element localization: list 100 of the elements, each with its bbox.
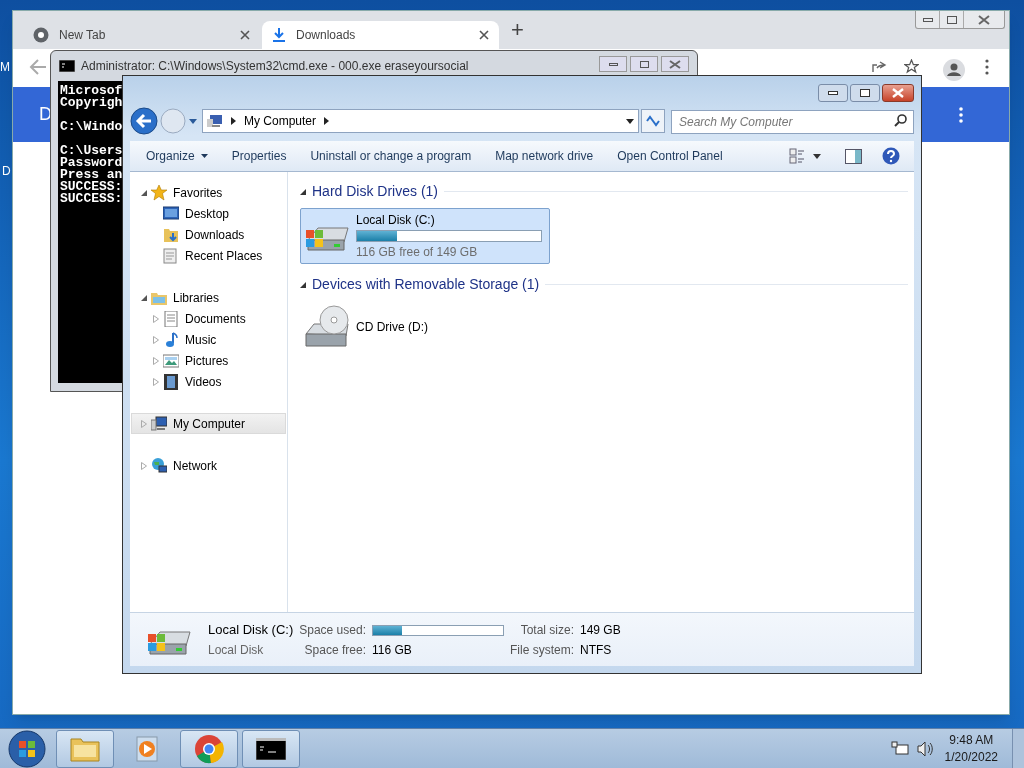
dropdown-icon[interactable]	[626, 118, 634, 124]
nav-item[interactable]: My Computer	[131, 413, 286, 434]
star-icon[interactable]	[904, 59, 919, 74]
console-line: C:\Windo	[60, 121, 123, 133]
toolbar-button[interactable]: Open Control Panel	[611, 144, 729, 168]
videos-icon	[163, 373, 179, 390]
music-icon	[163, 331, 179, 348]
search-icon[interactable]	[894, 114, 907, 127]
field-label: Space free:	[303, 641, 366, 659]
console-line: Copyrigh	[60, 97, 123, 109]
download-icon	[272, 27, 286, 43]
minimize-button[interactable]	[599, 56, 627, 72]
close-button[interactable]	[882, 84, 914, 102]
toolbar-button[interactable]: Uninstall or change a program	[304, 144, 478, 168]
clock-date[interactable]: 1/20/2022	[944, 748, 998, 766]
pictures-icon	[163, 352, 179, 369]
media-player-icon	[135, 735, 159, 762]
close-icon[interactable]	[669, 59, 681, 69]
nav-item[interactable]: Recent Places	[131, 245, 286, 266]
menu-icon[interactable]	[985, 59, 989, 75]
console-icon	[256, 737, 286, 760]
downloads-icon	[163, 226, 179, 243]
desktop-icon-label[interactable]: M	[0, 58, 10, 76]
expanded-arrow-icon[interactable]	[141, 294, 147, 301]
browser-tab[interactable]: Downloads	[262, 21, 499, 49]
group-header[interactable]: Devices with Removable Storage (1)	[312, 274, 540, 295]
nav-item[interactable]: Network	[131, 455, 286, 476]
taskbar-button[interactable]	[242, 729, 300, 768]
nav-item[interactable]: Desktop	[131, 203, 286, 224]
desktop-icon	[163, 205, 179, 222]
close-icon[interactable]	[240, 30, 250, 40]
volume-icon[interactable]	[916, 740, 933, 757]
dropdown-icon[interactable]	[813, 153, 821, 159]
drive-type: Local Disk	[208, 641, 265, 659]
refresh-icon[interactable]	[646, 115, 660, 127]
breadcrumb-item[interactable]: My Computer	[244, 112, 317, 130]
field-value: 149 GB	[580, 622, 621, 639]
maximize-button[interactable]	[630, 56, 658, 72]
drive-name: CD Drive (D:)	[356, 319, 429, 336]
toolbar-button[interactable]: Map network drive	[489, 144, 600, 168]
network-icon	[151, 457, 167, 474]
nav-item[interactable]: Videos	[131, 371, 286, 392]
expanded-arrow-icon[interactable]	[300, 188, 306, 195]
field-value: 116 GB	[371, 641, 413, 659]
clock-time[interactable]: 9:48 AM	[949, 731, 994, 749]
chevron-icon[interactable]	[324, 117, 330, 125]
toolbar-button[interactable]: Properties	[225, 144, 293, 168]
drive-tile[interactable]: CD Drive (D:)	[300, 301, 550, 353]
chrome-icon	[194, 733, 224, 764]
help-icon[interactable]	[882, 147, 900, 165]
search-field[interactable]: Search My Computer	[671, 110, 914, 134]
caret-icon[interactable]	[200, 154, 208, 158]
documents-icon	[163, 310, 179, 327]
console-line: SUCCESS:	[60, 193, 123, 205]
folder-icon	[70, 735, 100, 762]
chevron-icon[interactable]	[231, 117, 236, 125]
expanded-arrow-icon[interactable]	[141, 189, 147, 196]
field-label: File system:	[509, 641, 574, 659]
console-line: Press an	[60, 169, 123, 181]
back-button[interactable]	[130, 107, 158, 135]
view-icon[interactable]	[789, 148, 805, 164]
share-icon[interactable]	[872, 59, 888, 73]
expanded-arrow-icon[interactable]	[300, 281, 306, 288]
recent-icon	[163, 247, 179, 264]
refresh-button[interactable]	[641, 109, 665, 133]
drive-name: Local Disk (C:)	[208, 621, 294, 640]
nav-item[interactable]: Downloads	[131, 224, 286, 245]
cd-drive-icon	[304, 304, 352, 350]
nav-item[interactable]: Music	[131, 329, 286, 350]
window-title: Administrator: C:\Windows\System32\cmd.exe - 000.exe eraseyoursocial	[81, 58, 469, 75]
nav-item[interactable]: Documents	[131, 308, 286, 329]
desktop-icon-label[interactable]: D	[2, 162, 11, 180]
field-label: Total size:	[519, 622, 574, 639]
console-icon	[59, 60, 75, 72]
field-value: NTFS	[580, 641, 613, 659]
group-header[interactable]: Hard Disk Drives (1)	[312, 181, 438, 202]
close-icon[interactable]	[479, 30, 489, 40]
minimize-button[interactable]	[818, 84, 848, 102]
history-dropdown-icon[interactable]	[188, 117, 198, 125]
drive-name: Local Disk (C:)	[356, 212, 436, 229]
close-icon[interactable]	[978, 14, 990, 25]
close-button[interactable]	[661, 56, 689, 72]
nav-item[interactable]: Libraries	[131, 287, 286, 308]
chrome-icon	[33, 27, 49, 43]
maximize-button[interactable]	[850, 84, 880, 102]
start-button[interactable]	[8, 729, 46, 768]
browser-tab[interactable]: New Tab	[23, 21, 260, 49]
drive-tile[interactable]: Local Disk (C:) 116 GB free of 149 GB	[300, 208, 550, 264]
nav-item[interactable]: Favorites	[131, 182, 286, 203]
new-tab-button[interactable]: +	[511, 19, 524, 41]
drive-info: 116 GB free of 149 GB	[356, 244, 479, 261]
network-icon[interactable]	[890, 740, 909, 757]
nav-item[interactable]: Pictures	[131, 350, 286, 371]
address-bar[interactable]: My Computer	[202, 109, 639, 133]
toolbar-button[interactable]: Organize	[140, 144, 214, 168]
console-line: Microsof	[60, 85, 123, 97]
avatar-icon[interactable]	[943, 59, 965, 81]
more-icon[interactable]	[959, 106, 963, 123]
preview-pane-icon[interactable]	[845, 148, 862, 164]
computer-icon	[207, 114, 223, 128]
